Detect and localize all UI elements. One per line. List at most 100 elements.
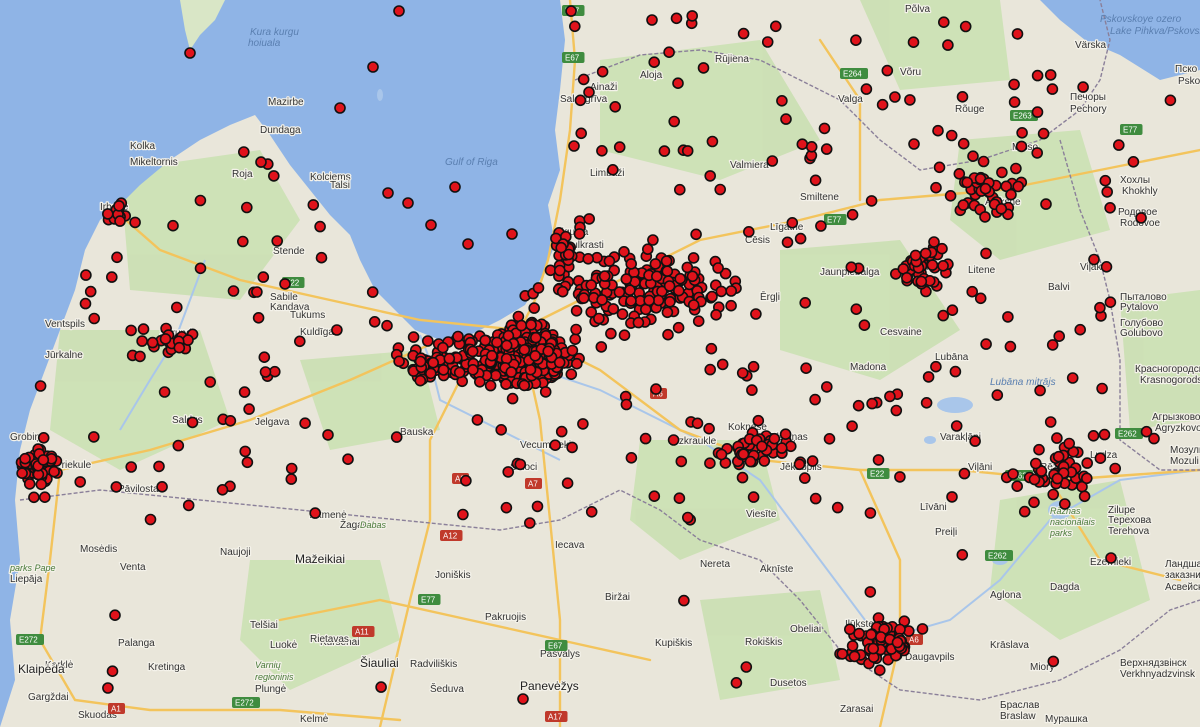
- location-marker[interactable]: [846, 420, 858, 433]
- location-marker[interactable]: [949, 365, 962, 378]
- location-marker[interactable]: [674, 272, 687, 285]
- location-marker[interactable]: [865, 195, 878, 207]
- location-marker[interactable]: [137, 323, 150, 335]
- location-marker[interactable]: [238, 386, 251, 398]
- location-marker[interactable]: [334, 102, 346, 114]
- location-marker[interactable]: [88, 312, 100, 325]
- location-marker[interactable]: [574, 94, 587, 107]
- location-marker[interactable]: [577, 73, 590, 86]
- location-marker[interactable]: [715, 285, 728, 298]
- location-marker[interactable]: [991, 389, 1004, 401]
- location-marker[interactable]: [725, 285, 738, 297]
- location-marker[interactable]: [596, 145, 608, 157]
- location-marker[interactable]: [331, 324, 343, 336]
- location-marker[interactable]: [937, 16, 950, 29]
- location-marker[interactable]: [1011, 28, 1024, 40]
- location-marker[interactable]: [703, 422, 715, 435]
- location-marker[interactable]: [182, 499, 195, 512]
- location-marker[interactable]: [153, 460, 165, 473]
- location-marker[interactable]: [850, 303, 863, 316]
- location-marker[interactable]: [375, 681, 387, 693]
- location-marker[interactable]: [74, 476, 86, 488]
- location-marker[interactable]: [515, 319, 528, 332]
- location-marker[interactable]: [820, 381, 833, 393]
- location-marker[interactable]: [106, 665, 119, 678]
- location-marker[interactable]: [1164, 94, 1177, 107]
- location-marker[interactable]: [427, 356, 440, 369]
- location-marker[interactable]: [1018, 505, 1031, 518]
- location-marker[interactable]: [84, 285, 97, 298]
- location-marker[interactable]: [672, 77, 684, 89]
- location-marker[interactable]: [171, 301, 183, 314]
- location-marker[interactable]: [648, 490, 661, 503]
- location-marker[interactable]: [1053, 330, 1065, 343]
- location-marker[interactable]: [227, 285, 240, 297]
- location-marker[interactable]: [605, 327, 617, 340]
- location-marker[interactable]: [136, 335, 148, 347]
- location-marker[interactable]: [712, 262, 724, 274]
- location-marker[interactable]: [309, 507, 322, 519]
- location-marker[interactable]: [500, 378, 512, 391]
- location-marker[interactable]: [957, 199, 970, 211]
- location-marker[interactable]: [258, 351, 271, 364]
- location-marker[interactable]: [125, 461, 137, 473]
- location-marker[interactable]: [742, 226, 755, 238]
- location-marker[interactable]: [457, 508, 469, 521]
- location-marker[interactable]: [568, 20, 581, 33]
- location-marker[interactable]: [796, 138, 809, 150]
- location-marker[interactable]: [894, 471, 906, 483]
- location-marker[interactable]: [462, 238, 474, 250]
- location-marker[interactable]: [864, 507, 877, 519]
- location-marker[interactable]: [945, 129, 958, 142]
- location-marker[interactable]: [570, 323, 582, 336]
- location-marker[interactable]: [1008, 96, 1021, 108]
- location-marker[interactable]: [620, 273, 633, 285]
- location-marker[interactable]: [596, 294, 608, 306]
- location-marker[interactable]: [110, 481, 123, 493]
- location-marker[interactable]: [881, 64, 894, 77]
- location-marker[interactable]: [662, 328, 674, 341]
- location-marker[interactable]: [650, 270, 663, 283]
- location-marker[interactable]: [664, 295, 676, 308]
- location-marker[interactable]: [687, 252, 700, 264]
- location-marker[interactable]: [769, 20, 782, 33]
- location-marker[interactable]: [553, 264, 566, 277]
- location-marker[interactable]: [194, 262, 207, 275]
- location-marker[interactable]: [79, 297, 92, 310]
- location-marker[interactable]: [967, 150, 979, 162]
- location-marker[interactable]: [672, 321, 685, 334]
- location-marker[interactable]: [746, 384, 758, 396]
- location-marker[interactable]: [523, 517, 536, 529]
- location-marker[interactable]: [900, 271, 913, 284]
- location-marker[interactable]: [495, 423, 508, 436]
- location-marker[interactable]: [752, 414, 765, 427]
- location-marker[interactable]: [1078, 490, 1091, 503]
- location-marker[interactable]: [585, 279, 598, 291]
- location-marker[interactable]: [566, 441, 578, 454]
- location-marker[interactable]: [714, 183, 727, 196]
- location-marker[interactable]: [639, 432, 652, 445]
- location-marker[interactable]: [382, 187, 394, 199]
- location-marker[interactable]: [715, 448, 728, 461]
- location-marker[interactable]: [37, 454, 50, 466]
- location-marker[interactable]: [977, 155, 990, 168]
- location-marker[interactable]: [109, 609, 121, 622]
- location-marker[interactable]: [1094, 301, 1106, 314]
- location-marker[interactable]: [606, 164, 619, 176]
- location-marker[interactable]: [624, 284, 636, 297]
- location-marker[interactable]: [238, 146, 250, 158]
- location-marker[interactable]: [809, 492, 822, 505]
- location-marker[interactable]: [1002, 311, 1014, 323]
- location-marker[interactable]: [706, 135, 719, 148]
- location-marker[interactable]: [502, 466, 515, 478]
- location-marker[interactable]: [144, 513, 157, 526]
- location-marker[interactable]: [48, 465, 60, 478]
- location-marker[interactable]: [437, 364, 450, 376]
- location-marker[interactable]: [1016, 127, 1028, 139]
- location-marker[interactable]: [267, 170, 280, 182]
- location-marker[interactable]: [1096, 382, 1108, 395]
- location-marker[interactable]: [500, 339, 513, 352]
- location-marker[interactable]: [673, 183, 686, 196]
- location-marker[interactable]: [1051, 472, 1064, 485]
- location-marker[interactable]: [216, 483, 229, 496]
